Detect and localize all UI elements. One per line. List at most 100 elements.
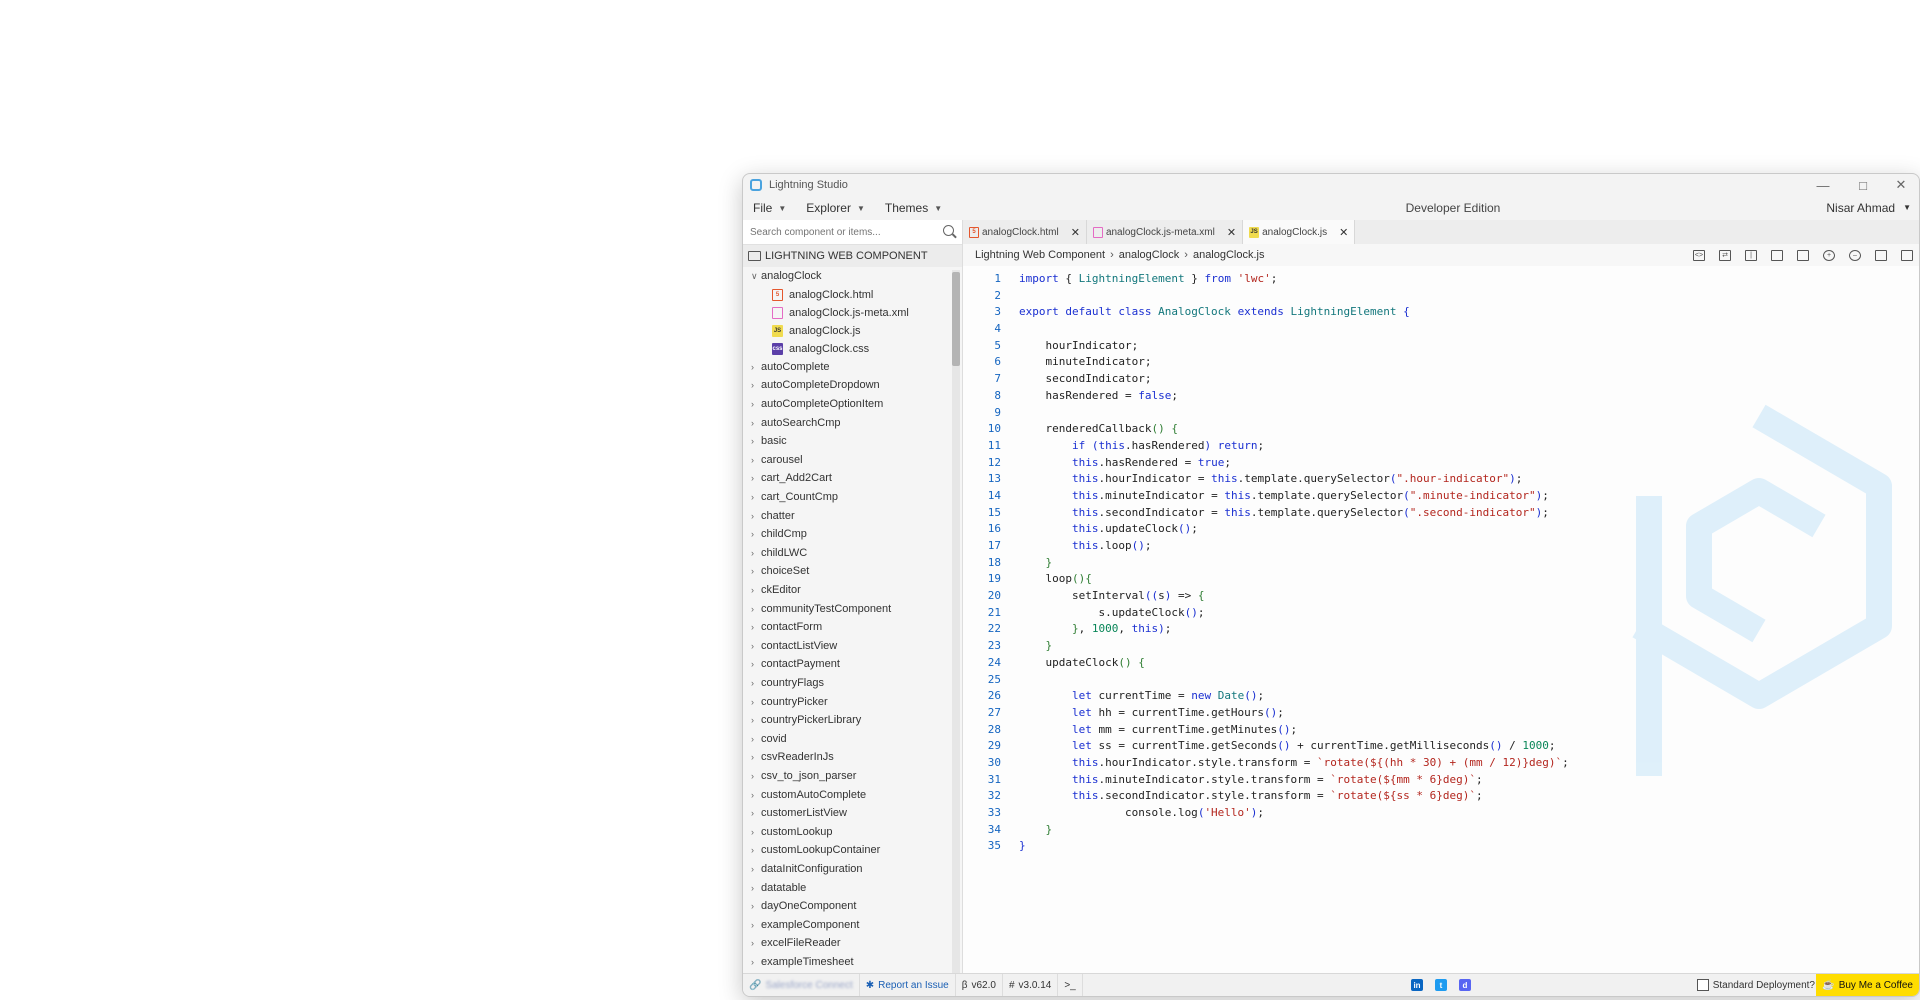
terminal-button[interactable]: >_ (1058, 974, 1083, 996)
tab-file[interactable]: JS analogClock.js ✕ (1243, 220, 1356, 246)
tree-folder[interactable]: › exampleComponent (743, 915, 962, 934)
report-issue-link[interactable]: ✱ Report an Issue (860, 974, 956, 996)
tree-folder[interactable]: › autoComplete (743, 358, 962, 377)
tree-folder[interactable]: › childCmp (743, 525, 962, 544)
code-token: this (1098, 438, 1125, 452)
tree-folder[interactable]: › customLookup (743, 822, 962, 841)
breadcrumb: Lightning Web Component › analogClock › an… (963, 244, 1919, 266)
tree-folder[interactable]: › autoCompleteOptionItem (743, 395, 962, 414)
tree-folder-label: customAutoComplete (761, 788, 867, 801)
window-icon[interactable] (1875, 249, 1887, 261)
tree-folder[interactable]: › customAutoComplete (743, 785, 962, 804)
tree-folder[interactable]: › dataInitConfiguration (743, 860, 962, 879)
close-window-icon[interactable]: ✕ (1881, 174, 1919, 196)
code-token: s.updateClock (1019, 605, 1185, 619)
standard-deployment-toggle[interactable]: Standard Deployment? (1696, 974, 1815, 996)
tree-folder[interactable]: › contactListView (743, 637, 962, 656)
tree-folder[interactable]: › cart_Add2Cart (743, 469, 962, 488)
menu-themes[interactable]: Themes ▼ (875, 196, 952, 220)
tree-folder[interactable]: › contactPayment (743, 655, 962, 674)
line-number: 14 (987, 488, 1001, 502)
tree-folder[interactable]: › cart_CountCmp (743, 488, 962, 507)
tree-folder[interactable]: › exampleTimesheet (743, 953, 962, 972)
code-token: () (1071, 572, 1086, 586)
caret-down-icon: ▼ (778, 203, 787, 213)
maximize-icon[interactable]: □ (1843, 174, 1883, 196)
sidebar-scrollbar[interactable] (952, 270, 960, 974)
close-tab-icon[interactable]: ✕ (1071, 226, 1080, 239)
code-token: ; (1548, 739, 1556, 753)
section-header[interactable]: LIGHTNING WEB COMPONENT (743, 245, 962, 267)
standard-deployment-checkbox[interactable] (1696, 979, 1709, 991)
tree-folder[interactable]: › choiceSet (743, 562, 962, 581)
breadcrumb-item[interactable]: Lightning Web Component (975, 249, 1105, 261)
code-token: hh = currentTime.getHours (1091, 705, 1265, 719)
tree-file-label: analogClock.js-meta.xml (789, 306, 909, 319)
fullscreen-icon[interactable] (1901, 249, 1913, 261)
buy-coffee-button[interactable]: ☕ Buy Me a Coffee (1816, 974, 1919, 996)
compare-icon[interactable]: ⇄ (1719, 249, 1731, 261)
breadcrumb-item[interactable]: analogClock (1119, 249, 1180, 261)
tree-folder[interactable]: › customLookupContainer (743, 841, 962, 860)
tree-folder[interactable]: › childLWC (743, 544, 962, 563)
save-icon[interactable] (1797, 249, 1809, 261)
panel-right-icon[interactable] (1771, 249, 1783, 261)
tab-file[interactable]: 5 analogClock.html ✕ (963, 220, 1087, 244)
breadcrumb-item[interactable]: analogClock.js (1193, 249, 1265, 261)
chevron-right-icon: › (751, 919, 754, 930)
tree-folder[interactable]: › excelFileReader (743, 934, 962, 953)
close-tab-icon[interactable]: ✕ (1227, 226, 1236, 239)
code-token: } (1045, 822, 1053, 836)
tree-file[interactable]: css analogClock.css (743, 340, 962, 358)
twitter-icon[interactable]: t (1435, 979, 1447, 991)
line-number: 10 (987, 422, 1001, 436)
code-token: this (1071, 455, 1099, 469)
tree-file[interactable]: analogClock.js-meta.xml (743, 304, 962, 322)
close-tab-icon[interactable]: ✕ (1339, 226, 1348, 239)
tree-folder[interactable]: › communityTestComponent (743, 599, 962, 618)
tree-folder[interactable]: › ckEditor (743, 581, 962, 600)
zoom-out-icon[interactable]: – (1849, 249, 1861, 261)
split-view-icon[interactable]: | (1745, 249, 1757, 261)
file-code-icon[interactable]: <> (1693, 249, 1705, 261)
code-line: 10 renderedCallback() { (963, 422, 1569, 439)
tree-folder[interactable]: › customerListView (743, 804, 962, 823)
minimize-icon[interactable]: — (1803, 174, 1843, 196)
user-menu[interactable]: Nisar Ahmad ▼ (1826, 196, 1911, 220)
menu-file[interactable]: File ▼ (743, 196, 796, 220)
tree-folder[interactable]: › covid (743, 729, 962, 748)
org-connection-link[interactable]: 🔗 Salesforce Connect (743, 974, 860, 996)
chevron-right-icon: › (751, 622, 754, 633)
menu-explorer[interactable]: Explorer ▼ (796, 196, 875, 220)
tree-file[interactable]: JS analogClock.js (743, 322, 962, 340)
chevron-right-icon: › (751, 361, 754, 372)
tree-folder[interactable]: › basic (743, 432, 962, 451)
tree-folder[interactable]: › countryFlags (743, 674, 962, 693)
search-input[interactable] (743, 225, 932, 239)
tree-folder[interactable]: › datatable (743, 878, 962, 897)
tree-folder[interactable]: › countryPickerLibrary (743, 711, 962, 730)
linkedin-icon[interactable]: in (1411, 979, 1423, 991)
tree-file[interactable]: 5 analogClock.html (743, 286, 962, 304)
code-token: 1000 (1522, 739, 1549, 753)
tree-folder[interactable]: › carousel (743, 451, 962, 470)
tree-folder[interactable]: › dayOneComponent (743, 897, 962, 916)
tree-folder-open[interactable]: ∨ analogClock (743, 267, 962, 286)
search-icon[interactable] (943, 225, 954, 236)
line-number: 15 (987, 505, 1001, 519)
sidebar-scrollbar-thumb[interactable] (952, 272, 960, 366)
tree-folder[interactable]: › countryPicker (743, 692, 962, 711)
discord-icon[interactable]: d (1459, 979, 1471, 991)
tree-folder[interactable]: › autoCompleteDropdown (743, 376, 962, 395)
tree-folder[interactable]: › chatter (743, 506, 962, 525)
code-editor[interactable]: 1 import { LightningElement } from 'lwc';… (963, 266, 1919, 974)
code-token: let (1071, 722, 1092, 736)
tree-folder[interactable]: › autoSearchCmp (743, 413, 962, 432)
tab-file[interactable]: analogClock.js-meta.xml ✕ (1087, 220, 1244, 244)
code-text: import { LightningElement } from 'lwc'; (1019, 272, 1277, 289)
tree-folder[interactable]: › contactForm (743, 618, 962, 637)
tree-folder[interactable]: › csv_to_json_parser (743, 767, 962, 786)
tree-folder[interactable]: › csvReaderInJs (743, 748, 962, 767)
zoom-in-icon[interactable]: + (1823, 249, 1835, 261)
